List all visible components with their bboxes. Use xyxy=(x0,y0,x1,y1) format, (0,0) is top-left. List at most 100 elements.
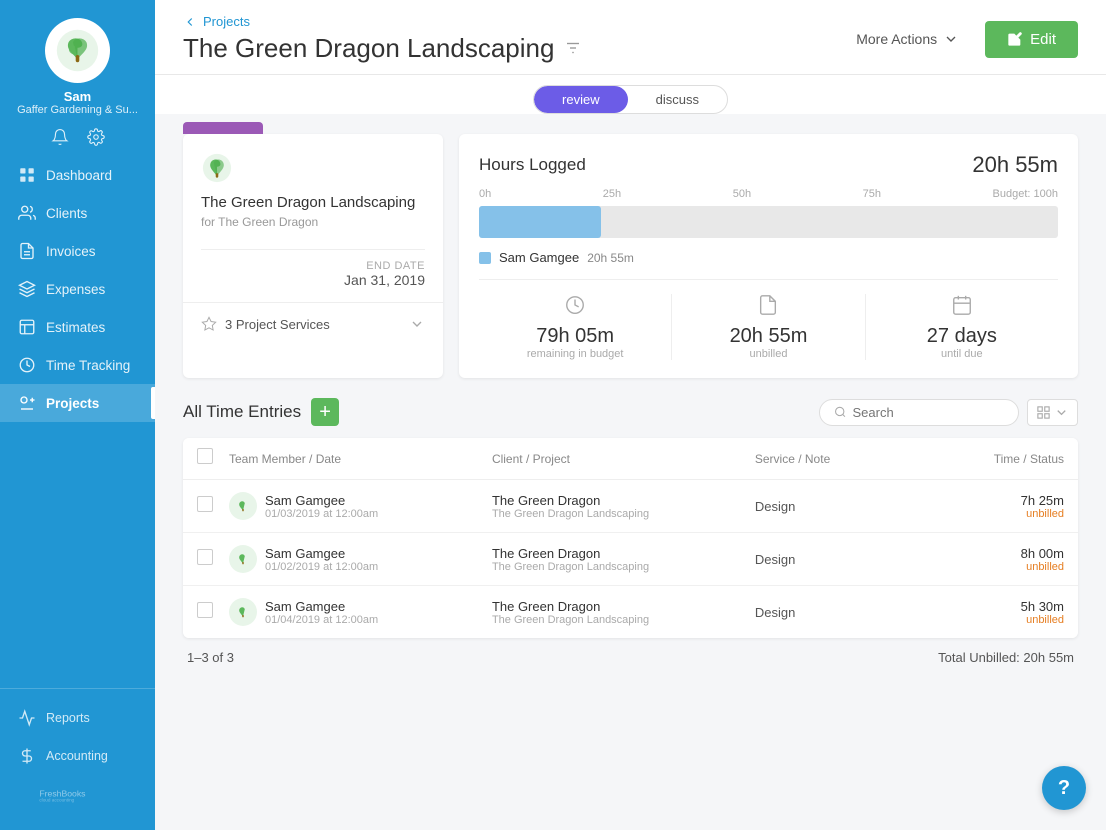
sidebar-item-accounting[interactable]: Accounting xyxy=(0,737,155,775)
page-title: The Green Dragon Landscaping xyxy=(183,33,582,64)
grid-icon xyxy=(1036,405,1051,420)
app-logo xyxy=(45,18,110,83)
hours-bar-fill xyxy=(479,206,601,238)
row-time-1: 7h 25m unbilled xyxy=(974,493,1064,520)
add-entry-button[interactable]: + xyxy=(311,398,339,426)
tabs-bar: review discuss xyxy=(155,75,1106,114)
stat-unbilled-value: 20h 55m xyxy=(672,325,864,348)
row-member-3: Sam Gamgee 01/04/2019 at 12:00am xyxy=(229,598,492,626)
hours-axis: 0h 25h 50h 75h Budget: 100h xyxy=(479,188,1058,200)
stat-days: 27 days until due xyxy=(866,294,1058,360)
select-all-checkbox[interactable] xyxy=(197,448,213,464)
hours-title: Hours Logged xyxy=(479,155,586,175)
main-content: Projects The Green Dragon Landscaping Mo… xyxy=(155,0,1106,830)
header-client: Client / Project xyxy=(492,452,755,466)
legend-time: 20h 55m xyxy=(587,251,634,265)
hours-card: Hours Logged 20h 55m 0h 25h 50h 75h Budg… xyxy=(459,134,1078,378)
avatar-2 xyxy=(229,545,257,573)
topbar: Projects The Green Dragon Landscaping Mo… xyxy=(155,0,1106,75)
avatar-1 xyxy=(229,492,257,520)
table-row: Sam Gamgee 01/02/2019 at 12:00am The Gre… xyxy=(183,533,1078,586)
project-services-row[interactable]: 3 Project Services xyxy=(183,302,443,345)
hours-header: Hours Logged 20h 55m xyxy=(479,152,1058,178)
user-name: Sam xyxy=(17,89,138,104)
stat-remaining: 79h 05m remaining in budget xyxy=(479,294,671,360)
total-unbilled-text: Total Unbilled: 20h 55m xyxy=(938,650,1074,665)
chevron-down-icon xyxy=(1054,405,1069,420)
hours-total: 20h 55m xyxy=(972,152,1058,178)
tab-discuss[interactable]: discuss xyxy=(628,86,727,113)
sidebar-item-invoices[interactable]: Invoices xyxy=(0,232,155,270)
user-info: Sam Gaffer Gardening & Su... xyxy=(17,89,138,116)
calendar-icon xyxy=(866,294,1058,321)
header-time: Time / Status xyxy=(974,452,1064,466)
gear-icon[interactable] xyxy=(87,128,105,146)
avatar-3 xyxy=(229,598,257,626)
stats-row: 79h 05m remaining in budget 20h 55m unbi… xyxy=(479,294,1058,360)
row-client-1: The Green Dragon The Green Dragon Landsc… xyxy=(492,493,755,520)
sidebar-item-clients[interactable]: Clients xyxy=(0,194,155,232)
section-title-row: All Time Entries + xyxy=(183,398,339,426)
sidebar-utility-icons xyxy=(51,128,105,146)
time-entries-table: Team Member / Date Client / Project Serv… xyxy=(183,438,1078,638)
row-service-2: Design xyxy=(755,552,974,567)
row-time-3: 5h 30m unbilled xyxy=(974,599,1064,626)
legend-dot xyxy=(479,252,491,264)
view-toggle-button[interactable] xyxy=(1027,399,1078,426)
row-member-1: Sam Gamgee 01/03/2019 at 12:00am xyxy=(229,492,492,520)
header-team: Team Member / Date xyxy=(229,452,492,466)
sidebar-item-expenses[interactable]: Expenses xyxy=(0,270,155,308)
project-name: The Green Dragon Landscaping xyxy=(201,194,425,211)
stat-unbilled: 20h 55m unbilled xyxy=(672,294,864,360)
time-entries-header: All Time Entries + xyxy=(183,398,1078,426)
row-member-2: Sam Gamgee 01/02/2019 at 12:00am xyxy=(229,545,492,573)
sidebar-item-projects[interactable]: Projects xyxy=(0,384,155,422)
sidebar-item-reports[interactable]: Reports xyxy=(0,699,155,737)
sidebar-item-estimates[interactable]: Estimates xyxy=(0,308,155,346)
hours-legend: Sam Gamgee 20h 55m xyxy=(479,250,1058,265)
edit-button[interactable]: Edit xyxy=(985,21,1078,58)
freshbooks-brand: FreshBooks cloud accounting xyxy=(0,775,155,820)
row-checkbox-1[interactable] xyxy=(197,496,229,517)
sidebar-bottom-nav: Reports Accounting FreshBooks cloud acco… xyxy=(0,688,155,830)
sidebar-item-dashboard[interactable]: Dashboard xyxy=(0,156,155,194)
legend-name: Sam Gamgee xyxy=(499,250,579,265)
sidebar-item-time-tracking[interactable]: Time Tracking xyxy=(0,346,155,384)
tab-review[interactable]: review xyxy=(534,86,628,113)
pagination: 1–3 of 3 Total Unbilled: 20h 55m xyxy=(183,638,1078,669)
user-company: Gaffer Gardening & Su... xyxy=(17,104,138,116)
breadcrumb[interactable]: Projects xyxy=(183,14,582,29)
table-row: Sam Gamgee 01/04/2019 at 12:00am The Gre… xyxy=(183,586,1078,638)
stat-remaining-value: 79h 05m xyxy=(479,325,671,348)
stat-days-label: until due xyxy=(866,348,1058,360)
header-service: Service / Note xyxy=(755,452,974,466)
search-box xyxy=(819,399,1019,426)
topbar-right: More Actions Edit xyxy=(844,21,1078,58)
services-icon xyxy=(201,316,217,332)
stat-days-value: 27 days xyxy=(866,325,1058,348)
more-actions-button[interactable]: More Actions xyxy=(844,23,971,55)
help-button[interactable]: ? xyxy=(1042,766,1086,810)
search-input[interactable] xyxy=(852,405,1004,420)
stat-unbilled-label: unbilled xyxy=(672,348,864,360)
hours-bar-background xyxy=(479,206,1058,238)
filter-icon[interactable] xyxy=(564,33,582,64)
pagination-text: 1–3 of 3 xyxy=(187,650,234,665)
row-checkbox-3[interactable] xyxy=(197,602,229,623)
topbar-left: Projects The Green Dragon Landscaping xyxy=(183,14,582,64)
project-for: for The Green Dragon xyxy=(201,215,425,229)
clock-icon xyxy=(479,294,671,321)
project-logo xyxy=(201,152,233,184)
card-body: The Green Dragon Landscaping for The Gre… xyxy=(183,134,443,302)
chevron-down-icon xyxy=(943,31,959,47)
top-row: The Green Dragon Landscaping for The Gre… xyxy=(183,134,1078,378)
svg-text:FreshBooks: FreshBooks xyxy=(39,788,86,798)
bell-icon[interactable] xyxy=(51,128,69,146)
row-service-3: Design xyxy=(755,605,974,620)
section-right xyxy=(819,399,1078,426)
row-client-2: The Green Dragon The Green Dragon Landsc… xyxy=(492,546,755,573)
row-checkbox-2[interactable] xyxy=(197,549,229,570)
section-title: All Time Entries xyxy=(183,402,301,422)
pencil-icon xyxy=(1007,31,1023,47)
tabs-container: review discuss xyxy=(533,85,728,114)
